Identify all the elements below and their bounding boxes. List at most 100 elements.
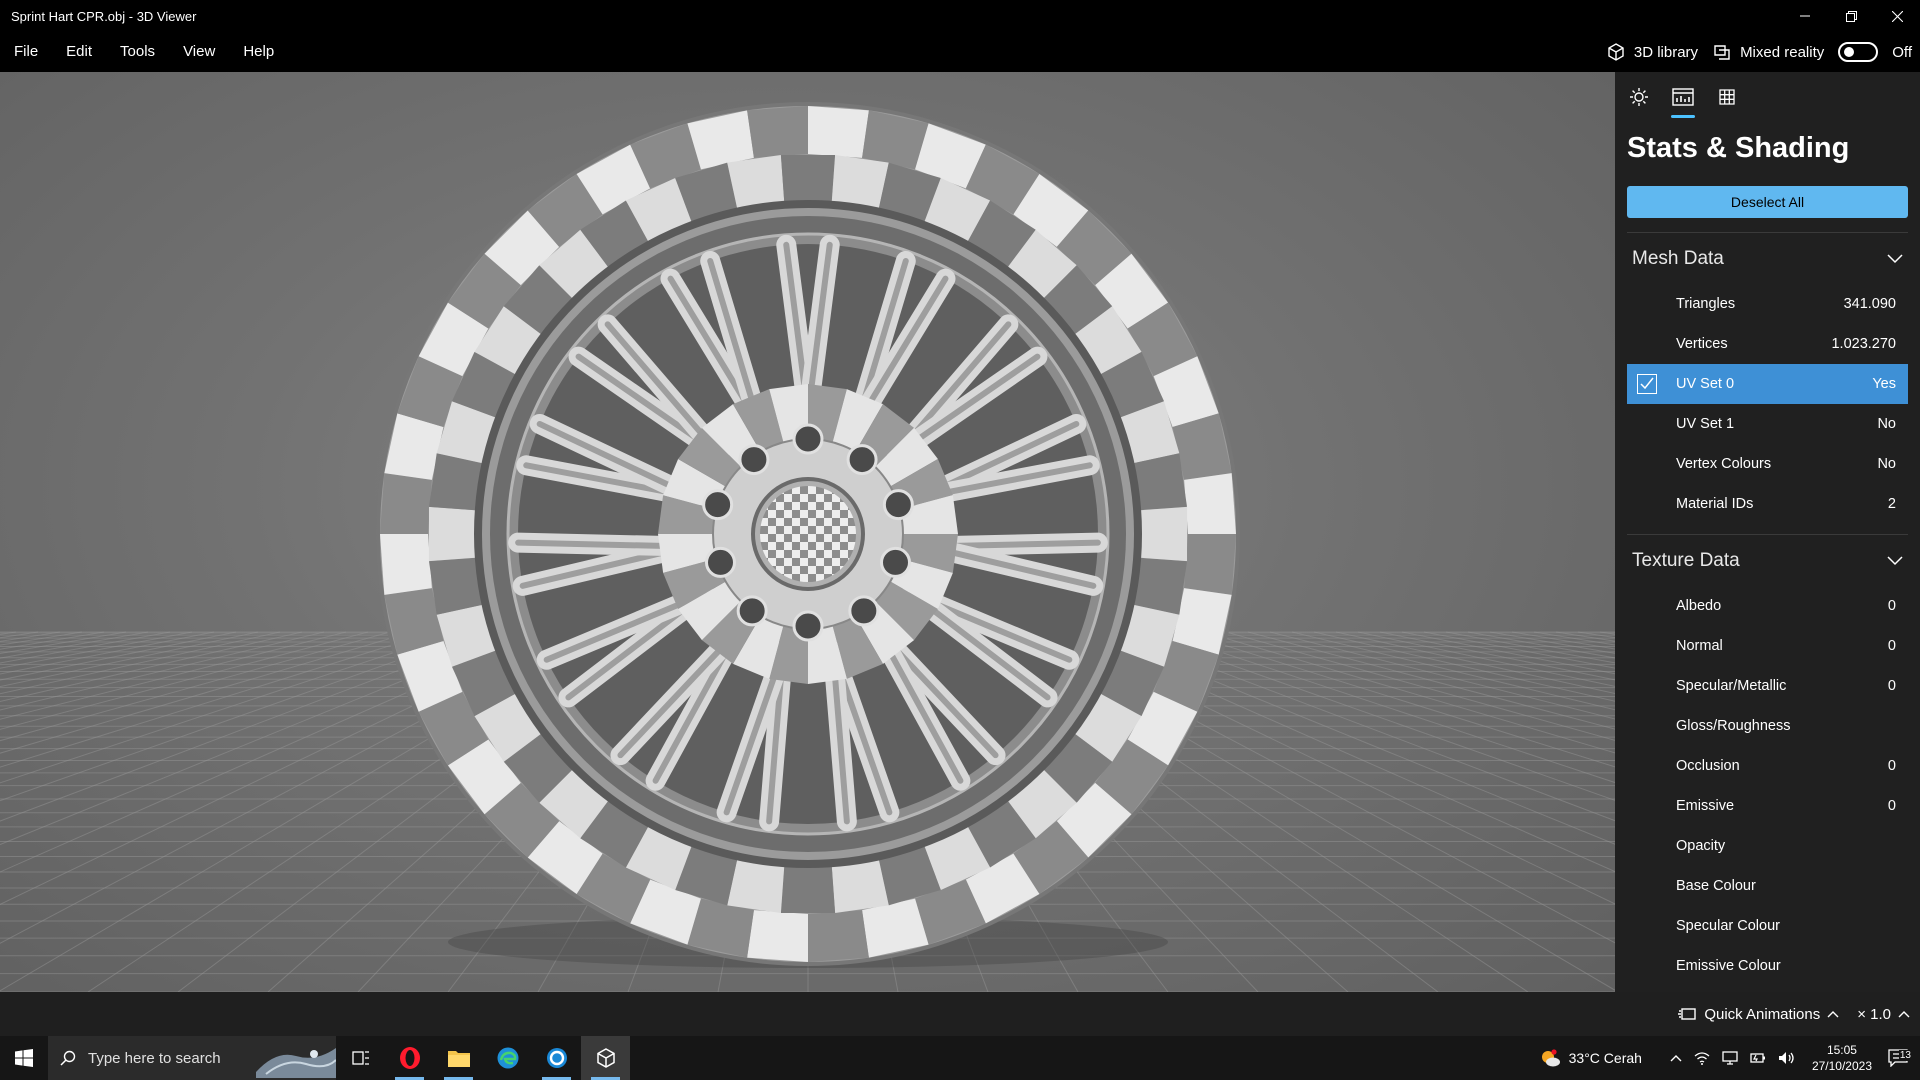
display-icon: [1722, 1051, 1738, 1065]
menubar-right: 3D library Mixed reality Off: [1606, 32, 1912, 72]
menu-help[interactable]: Help: [229, 32, 288, 72]
mesh-row-vertices[interactable]: Vertices 1.023.270: [1627, 324, 1908, 364]
network-button[interactable]: [1688, 1051, 1716, 1065]
mesh-row-vertex-colours[interactable]: Vertex Colours No: [1627, 444, 1908, 484]
stats-shading-panel: Stats & Shading Deselect All Mesh Data T…: [1615, 72, 1920, 992]
chevron-up-icon: [1670, 1055, 1682, 1062]
cube-icon: [1608, 43, 1624, 61]
texture-data-title: Texture Data: [1632, 549, 1740, 571]
quick-animations-button[interactable]: Quick Animations: [1677, 1006, 1839, 1023]
row-value: 1.023.270: [1831, 336, 1896, 352]
weather-widget[interactable]: 33°C Cerah: [1533, 1048, 1648, 1068]
mixed-reality-icon: [1714, 45, 1730, 60]
minimize-button[interactable]: [1782, 0, 1828, 32]
panel-title: Stats & Shading: [1627, 132, 1850, 164]
network-icon: [1694, 1052, 1710, 1065]
texture-row-albedo[interactable]: Albedo 0: [1627, 586, 1908, 626]
folder-icon: [447, 1051, 470, 1067]
texture-row-gloss-roughness[interactable]: Gloss/Roughness: [1627, 706, 1908, 746]
tab-lighting[interactable]: [1627, 85, 1651, 109]
row-value: 2: [1887, 496, 1896, 512]
menu-tools[interactable]: Tools: [106, 32, 169, 72]
texture-row-specular-metallic[interactable]: Specular/Metallic 0: [1627, 666, 1908, 706]
opera-icon: [399, 1047, 420, 1069]
clock[interactable]: 15:05 27/10/2023: [1802, 1042, 1882, 1074]
row-label: Normal: [1676, 638, 1723, 654]
weather-sun-cloud-icon: [1541, 1049, 1560, 1067]
restore-icon: [1845, 10, 1857, 22]
notification-count-badge: 13: [1898, 1050, 1912, 1061]
mesh-row-uv-set-1[interactable]: UV Set 1 No: [1627, 404, 1908, 444]
3d-viewport[interactable]: [0, 72, 1615, 992]
row-value: 0: [1887, 758, 1896, 774]
3d-viewer-icon: [596, 1048, 615, 1068]
mixed-reality-toggle[interactable]: [1838, 42, 1879, 62]
taskbar: Type here to search 33°C Cerah 15:05 27/…: [0, 1036, 1920, 1080]
texture-row-specular-colour[interactable]: Specular Colour: [1627, 906, 1908, 946]
animation-controls: Quick Animations × 1.0: [1677, 992, 1910, 1036]
texture-data-header[interactable]: Texture Data: [1627, 534, 1908, 586]
edge-icon: [497, 1047, 518, 1069]
app-ring-icon: [546, 1048, 567, 1068]
row-value: No: [1877, 416, 1896, 432]
row-label: Specular/Metallic: [1676, 678, 1787, 694]
restore-button[interactable]: [1828, 0, 1874, 32]
taskbar-search-box[interactable]: Type here to search: [48, 1036, 336, 1080]
volume-icon: [1778, 1052, 1794, 1064]
wheel-model-render: [0, 102, 1615, 992]
row-label: Gloss/Roughness: [1676, 718, 1791, 734]
menu-bar: File Edit Tools View Help 3D library Mix…: [0, 32, 1920, 72]
mesh-data-header[interactable]: Mesh Data: [1627, 232, 1908, 284]
file-explorer-taskbar-button[interactable]: [434, 1036, 483, 1080]
tab-stats[interactable]: [1671, 85, 1695, 118]
battery-button[interactable]: [1744, 1051, 1772, 1065]
texture-row-normal[interactable]: Normal 0: [1627, 626, 1908, 666]
edge-taskbar-button[interactable]: [483, 1036, 532, 1080]
mesh-row-uv-set-0[interactable]: UV Set 0 Yes: [1627, 364, 1908, 404]
window-controls: [1782, 0, 1920, 32]
minimize-icon: [1800, 15, 1810, 17]
notification-center-button[interactable]: 13: [1882, 1049, 1920, 1067]
3d-viewer-taskbar-button[interactable]: [581, 1036, 630, 1080]
row-label: Vertices: [1676, 336, 1728, 352]
search-icon: [60, 1050, 76, 1066]
grid-icon: [1719, 89, 1735, 105]
deselect-all-button[interactable]: Deselect All: [1627, 186, 1908, 218]
texture-row-emissive-colour[interactable]: Emissive Colour: [1627, 946, 1908, 986]
stats-icon: [1672, 88, 1694, 106]
close-icon: [1891, 10, 1903, 22]
app-taskbar-button[interactable]: [532, 1036, 581, 1080]
start-button[interactable]: [0, 1036, 48, 1080]
task-view-button[interactable]: [336, 1036, 385, 1080]
status-bar: Quick Animations × 1.0: [0, 992, 1920, 1036]
opera-taskbar-button[interactable]: [385, 1036, 434, 1080]
clock-date: 27/10/2023: [1811, 1059, 1872, 1073]
animation-speed-button[interactable]: × 1.0: [1857, 1006, 1910, 1023]
texture-row-base-colour[interactable]: Base Colour: [1627, 866, 1908, 906]
close-button[interactable]: [1874, 0, 1920, 32]
device-status-button[interactable]: [1716, 1051, 1744, 1065]
row-label: Triangles: [1676, 296, 1736, 312]
uv-set-0-checkbox[interactable]: [1637, 374, 1657, 394]
quick-animations-label: Quick Animations: [1704, 1005, 1821, 1023]
menu-view[interactable]: View: [169, 32, 229, 72]
search-placeholder: Type here to search: [88, 1049, 221, 1067]
texture-row-emissive[interactable]: Emissive 0: [1627, 786, 1908, 826]
mixed-reality-button[interactable]: Mixed reality: [1712, 42, 1824, 62]
mesh-row-triangles[interactable]: Triangles 341.090: [1627, 284, 1908, 324]
row-label: Emissive: [1676, 798, 1735, 814]
texture-row-opacity[interactable]: Opacity: [1627, 826, 1908, 866]
tab-grid[interactable]: [1715, 85, 1739, 109]
show-hidden-icons-button[interactable]: [1648, 1054, 1688, 1062]
lighting-icon: [1630, 88, 1648, 106]
row-label: Emissive Colour: [1676, 958, 1781, 974]
clock-time: 15:05: [1826, 1043, 1857, 1057]
mesh-row-material-ids[interactable]: Material IDs 2: [1627, 484, 1908, 524]
volume-button[interactable]: [1772, 1051, 1802, 1065]
menu-edit[interactable]: Edit: [52, 32, 106, 72]
texture-row-occlusion[interactable]: Occlusion 0: [1627, 746, 1908, 786]
3d-library-button[interactable]: 3D library: [1606, 42, 1698, 62]
menu-file[interactable]: File: [0, 32, 52, 72]
title-bar: Sprint Hart CPR.obj - 3D Viewer: [0, 0, 1920, 32]
mixed-reality-label: Mixed reality: [1740, 43, 1825, 61]
